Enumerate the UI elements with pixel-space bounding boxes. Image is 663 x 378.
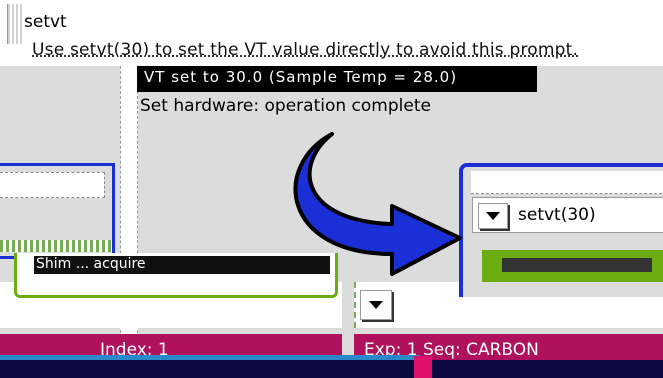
bottom-marker bbox=[414, 356, 432, 378]
curved-arrow-icon bbox=[293, 132, 462, 276]
scroll-indicator bbox=[7, 4, 24, 44]
right-green-tab[interactable] bbox=[482, 250, 663, 282]
command-select-value: setvt(30) bbox=[518, 205, 596, 225]
panel-divider bbox=[120, 66, 138, 378]
titlebar-text: VT set to 30.0 (Sample Temp = 28.0) bbox=[144, 68, 458, 86]
dropdown-button[interactable] bbox=[360, 290, 392, 320]
left-dashed-row bbox=[0, 240, 112, 252]
right-green-tab-label bbox=[502, 258, 652, 272]
green-tab-label: Shim ... acquire bbox=[36, 256, 146, 272]
status-message: Set hardware: operation complete bbox=[140, 96, 431, 116]
right-frame-stripe bbox=[471, 171, 663, 194]
bottom-bar bbox=[0, 360, 663, 378]
chevron-down-icon[interactable] bbox=[478, 203, 508, 229]
command-text: setvt bbox=[24, 12, 67, 32]
hint-text: Use setvt(30) to set the VT value direct… bbox=[32, 40, 579, 60]
left-frame-field bbox=[0, 172, 105, 198]
